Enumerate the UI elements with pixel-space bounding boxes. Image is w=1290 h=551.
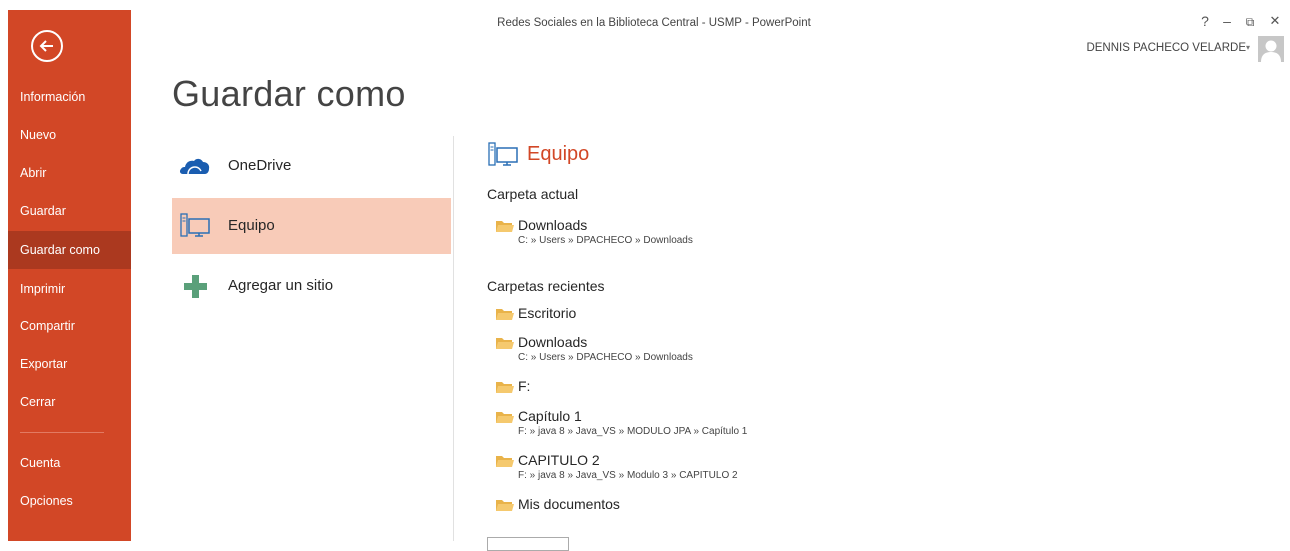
folder-icon [496, 456, 514, 467]
computer-icon [180, 213, 210, 237]
folder-icon [496, 309, 514, 320]
computer-icon [488, 142, 518, 166]
page-title: Guardar como [172, 73, 406, 114]
nav-item-compartir[interactable]: Compartir [8, 307, 131, 345]
cloud-icon [179, 158, 210, 175]
place-label-equipo: Equipo [228, 217, 275, 234]
folder-icon [496, 412, 514, 423]
folder-path: F: » java 8 » Java_VS » MODULO JPA » Cap… [518, 426, 748, 437]
plus-icon [184, 275, 207, 298]
place-equipo[interactable]: Equipo [172, 198, 451, 254]
current-folder-heading: Carpeta actual [487, 186, 579, 202]
place-agregar-sitio[interactable]: Agregar un sitio [172, 258, 451, 314]
folder-path: F: » java 8 » Java_VS » Modulo 3 » CAPIT… [518, 470, 738, 481]
folder-icon [496, 338, 514, 349]
nav-item-guardar-como[interactable]: Guardar como [8, 231, 131, 269]
nav-item-exportar[interactable]: Exportar [8, 345, 131, 383]
user-silhouette-icon [1261, 40, 1281, 62]
nav-item-cuenta[interactable]: Cuenta [8, 444, 131, 482]
place-onedrive[interactable]: OneDrive [172, 138, 451, 194]
pane-title: Equipo [527, 143, 590, 165]
folder-name: Capítulo 1 [518, 408, 582, 424]
restore-button[interactable]: ⧉ [1241, 15, 1259, 30]
browse-button[interactable] [487, 537, 569, 551]
place-label-agregar-sitio: Agregar un sitio [228, 277, 334, 294]
backstage-nav: Información Nuevo Abrir Guardar Guardar … [8, 10, 131, 541]
folder-icon [496, 221, 514, 232]
folder-name: CAPITULO 2 [518, 452, 600, 468]
nav-item-opciones[interactable]: Opciones [8, 482, 131, 520]
folder-name: Mis documentos [518, 496, 620, 512]
nav-item-guardar[interactable]: Guardar [8, 192, 131, 230]
window-title: Redes Sociales en la Biblioteca Central … [497, 17, 811, 29]
recent-folders-heading: Carpetas recientes [487, 278, 605, 294]
folder-path: C: » Users » DPACHECO » Downloads [518, 352, 693, 363]
close-button[interactable]: ✕ [1266, 13, 1284, 29]
avatar[interactable] [1258, 36, 1284, 62]
folder-name: Escritorio [518, 305, 577, 321]
folder-icon [496, 382, 514, 393]
nav-item-cerrar[interactable]: Cerrar [8, 383, 131, 421]
back-arrow-icon [39, 40, 53, 52]
folder-name: Downloads [518, 334, 588, 350]
nav-item-informacion[interactable]: Información [8, 78, 131, 116]
folder-path: C: » Users » DPACHECO » Downloads [518, 235, 693, 246]
nav-item-imprimir[interactable]: Imprimir [8, 270, 131, 308]
place-label-onedrive: OneDrive [228, 157, 292, 174]
help-button[interactable]: ? [1196, 13, 1214, 29]
nav-item-abrir[interactable]: Abrir [8, 154, 131, 192]
minimize-button[interactable]: – [1218, 13, 1236, 29]
user-menu-caret-icon[interactable]: ▾ [1246, 43, 1250, 52]
folder-icon [496, 500, 514, 511]
nav-item-nuevo[interactable]: Nuevo [8, 116, 131, 154]
back-button[interactable] [31, 30, 63, 62]
folder-name: Downloads [518, 217, 588, 233]
pane-divider [453, 136, 454, 541]
nav-divider [20, 432, 104, 433]
folder-name: F: [518, 378, 531, 394]
user-name[interactable]: DENNIS PACHECO VELARDE [1086, 42, 1246, 54]
